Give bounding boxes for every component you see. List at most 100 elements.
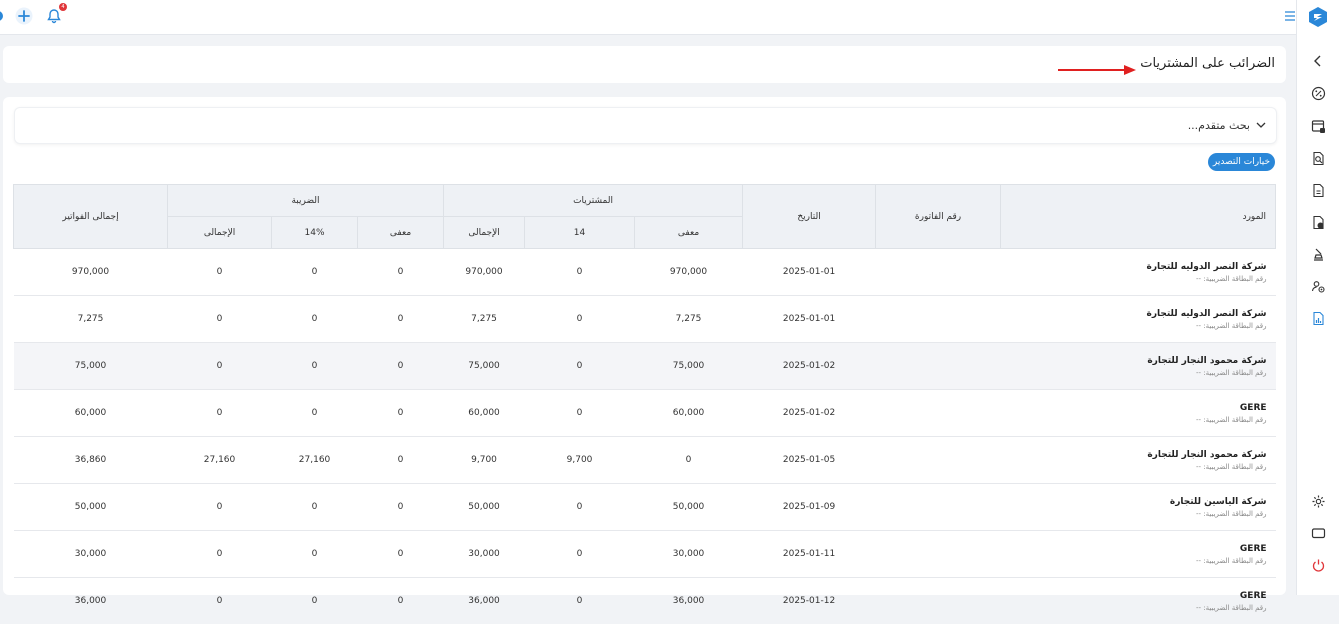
header-tax-14: 14% — [272, 217, 358, 249]
tax-exempt-cell: 0 — [358, 437, 444, 484]
invoice-number — [876, 249, 1001, 296]
header-invoices-total: إجمالى الفواتير — [14, 185, 168, 249]
tax-14-cell: 0 — [272, 578, 358, 624]
invoices-total-cell: 36,860 — [14, 437, 168, 484]
purchase-tax-table: المورد رقم الفاتورة التاريخ المشتريات ال… — [13, 184, 1276, 624]
purchases-total-cell: 30,000 — [444, 531, 525, 578]
tax-card-number: رقم البطاقة الضريبية: -- — [1002, 604, 1267, 612]
screen-icon[interactable] — [1309, 524, 1327, 542]
users-settings-icon[interactable] — [1309, 277, 1327, 295]
tax-card-number: رقم البطاقة الضريبية: -- — [1002, 416, 1267, 424]
plus-icon[interactable] — [13, 5, 35, 27]
document-money-icon[interactable] — [1309, 213, 1327, 231]
document-icon[interactable] — [1309, 181, 1327, 199]
header-tax: الضريبة — [168, 185, 444, 217]
tax-card-number: رقم البطاقة الضريبية: -- — [1002, 510, 1267, 518]
tax-exempt-cell: 0 — [358, 484, 444, 531]
table-row: GEREرقم البطاقة الضريبية: -- 2025-01-12 … — [14, 578, 1276, 624]
invoice-number — [876, 578, 1001, 624]
supplier-cell: شركة محمود النجار للتجارةرقم البطاقة الض… — [1001, 343, 1276, 390]
report-card: بحث متقدم... خيارات التصدير المورد رقم ا… — [3, 97, 1286, 595]
purchases-total-cell: 60,000 — [444, 390, 525, 437]
chevron-left-icon[interactable] — [1309, 52, 1327, 70]
receipt-icon[interactable] — [1309, 117, 1327, 135]
purchases-exempt-cell: 36,000 — [635, 578, 743, 624]
header-purchases-total: الإجمالى — [444, 217, 525, 249]
tax-14-cell: 0 — [272, 296, 358, 343]
tax-14-cell: 0 — [272, 343, 358, 390]
table-row: شركة النصر الدوليه للتجارةرقم البطاقة ال… — [14, 249, 1276, 296]
tax-exempt-cell: 0 — [358, 296, 444, 343]
date-cell: 2025-01-02 — [743, 343, 876, 390]
purchases-14-cell: 0 — [525, 249, 635, 296]
tax-14-cell: 0 — [272, 484, 358, 531]
tax-total-cell: 0 — [168, 578, 272, 624]
header-purchases-exempt: معفى — [635, 217, 743, 249]
purchases-14-cell: 0 — [525, 531, 635, 578]
purchases-exempt-cell: 7,275 — [635, 296, 743, 343]
purchases-14-cell: 0 — [525, 390, 635, 437]
power-icon[interactable] — [1309, 556, 1327, 574]
supplier-cell: شركة النصر الدوليه للتجارةرقم البطاقة ال… — [1001, 249, 1276, 296]
purchases-total-cell: 75,000 — [444, 343, 525, 390]
date-cell: 2025-01-01 — [743, 296, 876, 343]
stamp-icon[interactable] — [1309, 245, 1327, 263]
supplier-cell: GEREرقم البطاقة الضريبية: -- — [1001, 578, 1276, 624]
advanced-search-label: بحث متقدم... — [1188, 119, 1250, 132]
table-row: شركة محمود النجار للتجارةرقم البطاقة الض… — [14, 343, 1276, 390]
tax-card-number: رقم البطاقة الضريبية: -- — [1002, 369, 1267, 377]
header-purchases-14: 14 — [525, 217, 635, 249]
purchases-total-cell: 970,000 — [444, 249, 525, 296]
table-row: شركة محمود النجار للتجارةرقم البطاقة الض… — [14, 437, 1276, 484]
panel-edge-icon[interactable] — [0, 11, 3, 21]
page-title: الضرائب على المشتريات — [1140, 56, 1275, 71]
table-row: GEREرقم البطاقة الضريبية: -- 2025-01-02 … — [14, 390, 1276, 437]
tax-total-cell: 0 — [168, 390, 272, 437]
tax-exempt-cell: 0 — [358, 343, 444, 390]
tax-14-cell: 0 — [272, 390, 358, 437]
date-cell: 2025-01-01 — [743, 249, 876, 296]
app-logo-icon[interactable] — [1307, 6, 1329, 28]
supplier-name: GERE — [1002, 403, 1267, 413]
tax-total-cell: 0 — [168, 249, 272, 296]
tax-card-number: رقم البطاقة الضريبية: -- — [1002, 322, 1267, 330]
invoice-number — [876, 484, 1001, 531]
header-tax-total: الإجمالى — [168, 217, 272, 249]
supplier-name: شركة النصر الدوليه للتجارة — [1002, 309, 1267, 319]
purchases-14-cell: 0 — [525, 343, 635, 390]
top-bar: 4 — [0, 0, 1297, 35]
header-supplier: المورد — [1001, 185, 1276, 249]
purchases-exempt-cell: 970,000 — [635, 249, 743, 296]
invoice-number — [876, 531, 1001, 578]
red-arrow-annotation — [1056, 61, 1138, 81]
supplier-cell: شركة محمود النجار للتجارةرقم البطاقة الض… — [1001, 437, 1276, 484]
chart-report-icon[interactable] — [1309, 309, 1327, 327]
percent-icon[interactable] — [1309, 84, 1327, 102]
date-cell: 2025-01-11 — [743, 531, 876, 578]
purchases-14-cell: 0 — [525, 578, 635, 624]
search-document-icon[interactable] — [1309, 149, 1327, 167]
supplier-name: GERE — [1002, 544, 1267, 554]
invoice-number — [876, 390, 1001, 437]
tax-exempt-cell: 0 — [358, 390, 444, 437]
invoices-total-cell: 970,000 — [14, 249, 168, 296]
tax-14-cell: 0 — [272, 531, 358, 578]
date-cell: 2025-01-05 — [743, 437, 876, 484]
tax-total-cell: 0 — [168, 343, 272, 390]
date-cell: 2025-01-09 — [743, 484, 876, 531]
invoices-total-cell: 7,275 — [14, 296, 168, 343]
date-cell: 2025-01-02 — [743, 390, 876, 437]
supplier-cell: شركة النصر الدوليه للتجارة رقم البطاقة ال… — [1001, 296, 1276, 343]
advanced-search-panel[interactable]: بحث متقدم... — [14, 107, 1277, 144]
notification-badge: 4 — [59, 3, 67, 11]
export-options-button[interactable]: خيارات التصدير — [1208, 153, 1275, 171]
tax-exempt-cell: 0 — [358, 249, 444, 296]
invoices-total-cell: 75,000 — [14, 343, 168, 390]
header-date: التاريخ — [743, 185, 876, 249]
invoice-number — [876, 437, 1001, 484]
purchases-exempt-cell: 50,000 — [635, 484, 743, 531]
settings-icon[interactable] — [1309, 492, 1327, 510]
bell-icon[interactable]: 4 — [43, 5, 65, 27]
tax-14-cell: 0 — [272, 249, 358, 296]
invoice-number — [876, 343, 1001, 390]
